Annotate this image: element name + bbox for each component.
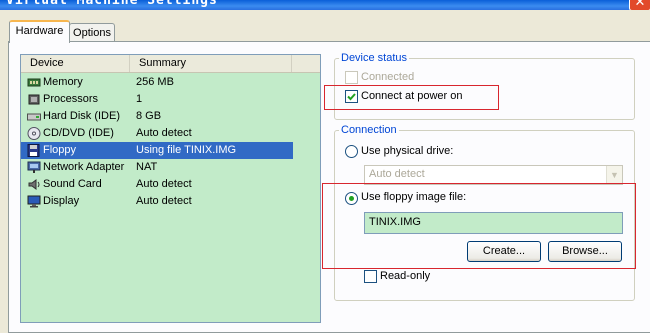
device-row-processors[interactable]: Processors 1 bbox=[21, 91, 293, 108]
device-name: Display bbox=[43, 195, 80, 207]
column-header-summary[interactable]: Summary bbox=[130, 55, 292, 72]
device-row-display[interactable]: Display Auto detect bbox=[21, 193, 293, 210]
use-physical-drive-label: Use physical drive: bbox=[361, 145, 454, 157]
close-icon: ✕ bbox=[634, 0, 646, 9]
device-summary: 256 MB bbox=[136, 76, 174, 88]
read-only-checkbox[interactable] bbox=[364, 270, 377, 283]
physical-drive-select[interactable]: Auto detect ▼ bbox=[364, 165, 623, 185]
device-summary: 8 GB bbox=[136, 110, 162, 122]
device-summary: 1 bbox=[136, 93, 143, 105]
device-row-sound-card[interactable]: Sound Card Auto detect bbox=[21, 176, 293, 193]
cd-dvd-icon bbox=[27, 127, 41, 140]
device-status-title: Device status bbox=[339, 52, 410, 64]
physical-drive-value: Auto detect bbox=[369, 168, 425, 180]
floppy-icon bbox=[27, 144, 40, 157]
display-icon bbox=[27, 195, 41, 208]
device-row-hard-disk[interactable]: Hard Disk (IDE) 8 GB bbox=[21, 108, 293, 125]
hard-disk-icon bbox=[27, 113, 41, 121]
highlight-box-power-on bbox=[324, 85, 499, 110]
sound-card-icon bbox=[28, 179, 40, 190]
chevron-down-icon: ▼ bbox=[606, 166, 622, 184]
tab-hardware[interactable]: Hardware bbox=[9, 20, 70, 43]
column-header-device[interactable]: Device bbox=[21, 55, 130, 72]
device-summary: NAT bbox=[136, 161, 158, 173]
device-name: Processors bbox=[43, 93, 99, 105]
connection-title: Connection bbox=[339, 124, 399, 136]
read-only-label: Read-only bbox=[380, 270, 431, 282]
device-summary: Auto detect bbox=[136, 127, 192, 139]
device-row-network-adapter[interactable]: Network Adapter NAT bbox=[21, 159, 293, 176]
connected-checkbox[interactable] bbox=[345, 71, 358, 84]
device-name: Network Adapter bbox=[43, 161, 125, 173]
device-row-floppy[interactable]: Floppy Using file TINIX.IMG bbox=[21, 142, 293, 159]
processor-icon bbox=[28, 94, 40, 105]
device-list-header: Device Summary bbox=[21, 55, 320, 73]
device-name: Sound Card bbox=[43, 178, 102, 190]
tab-options[interactable]: Options bbox=[69, 23, 115, 43]
device-name: Memory bbox=[43, 76, 83, 88]
device-name: Hard Disk (IDE) bbox=[43, 110, 121, 122]
network-adapter-icon bbox=[27, 161, 41, 173]
device-row-cd-dvd[interactable]: CD/DVD (IDE) Auto detect bbox=[21, 125, 293, 142]
device-list[interactable]: Device Summary Memory 256 MB Processors … bbox=[20, 54, 321, 323]
highlight-box-image-file bbox=[322, 183, 636, 269]
device-summary: Auto detect bbox=[136, 178, 192, 190]
close-button[interactable]: ✕ bbox=[629, 0, 650, 10]
device-summary: Using file TINIX.IMG bbox=[136, 144, 237, 156]
use-physical-drive-radio[interactable] bbox=[345, 145, 358, 158]
device-row-memory[interactable]: Memory 256 MB bbox=[21, 74, 293, 91]
title-bar: Virtual Machine Settings ✕ bbox=[0, 0, 650, 10]
memory-icon bbox=[27, 78, 41, 87]
connected-label: Connected bbox=[361, 71, 415, 83]
window-title: Virtual Machine Settings bbox=[6, 0, 218, 8]
device-summary: Auto detect bbox=[136, 195, 192, 207]
device-name: CD/DVD (IDE) bbox=[43, 127, 114, 139]
device-name: Floppy bbox=[43, 144, 77, 156]
